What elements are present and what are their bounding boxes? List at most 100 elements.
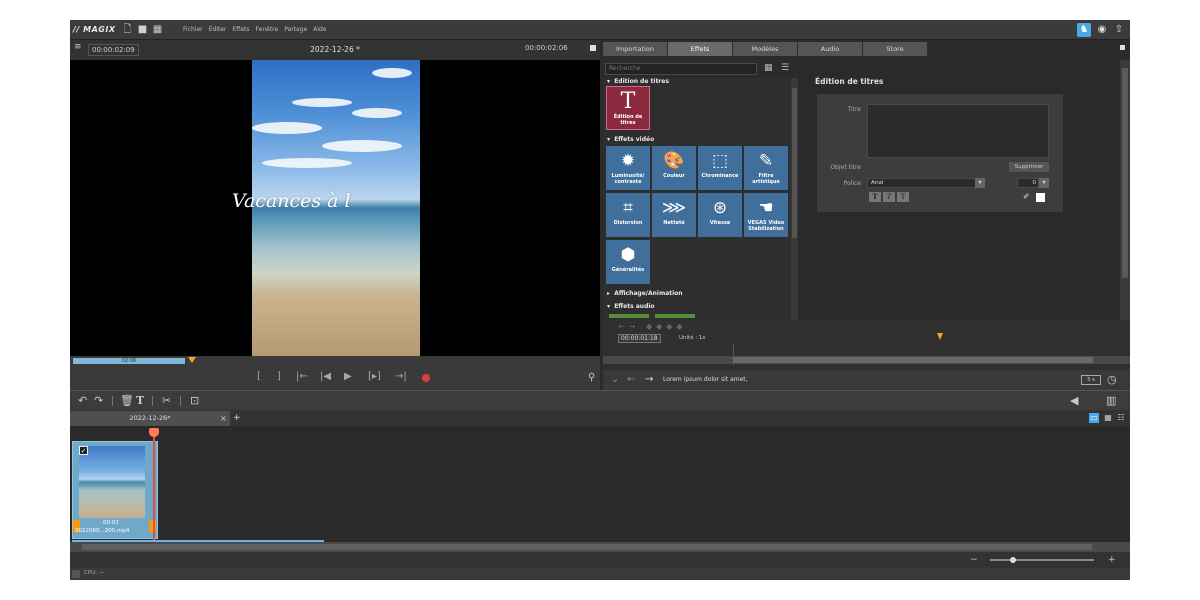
title-overlay-text[interactable]: Vacances à l [232,190,351,212]
scroll-thumb[interactable] [792,88,797,238]
prev-frame-icon[interactable]: |◀ [320,371,331,383]
scroll-thumb[interactable] [1122,68,1128,278]
split-scissors-icon[interactable]: ✂ [162,394,171,408]
zoom-in-icon[interactable]: + [1108,553,1116,567]
distortion-grid-icon: ⌗ [623,198,633,218]
effects-search-input[interactable]: Recherche [605,63,757,75]
color-swatch[interactable] [1036,193,1045,202]
section-titles[interactable]: ▾ Édition de titres [607,78,669,85]
tab-audio[interactable]: Audio [798,42,862,56]
tile-vegas-stabilization[interactable]: ☚ VEGAS Video Stabilization [744,193,788,237]
menu-partage[interactable]: Partage [284,26,307,33]
jump-end-icon[interactable]: →| [395,371,407,383]
menu-fenetre[interactable]: Fenêtre [256,26,279,33]
list-view-icon[interactable]: ☰ [781,63,789,73]
section-audio[interactable]: ▾ Effets audio [607,303,655,310]
tile-generalites[interactable]: ⬢ Généralités [606,240,650,284]
out-point-icon[interactable]: ] [277,371,281,383]
back-arrow-icon[interactable]: ← [627,374,635,385]
menu-editer[interactable]: Éditer [209,26,227,33]
outline-button[interactable]: T [897,192,909,202]
add-tab-icon[interactable]: + [233,411,241,426]
save-grid-icon[interactable]: ▦ [152,24,163,35]
zoom-value-field[interactable]: 5 s [1081,375,1101,385]
section-display[interactable]: ▸ Affichage/Animation [607,290,683,297]
title-text-area[interactable] [867,104,1049,158]
tile-nettete[interactable]: ⋙ Netteté [652,193,696,237]
menu-aide[interactable]: Aide [313,26,326,33]
timeline-scrollbar[interactable] [70,542,1130,552]
volume-icon[interactable]: ◀ [1070,394,1078,408]
eyedropper-icon[interactable]: ✐ [1023,192,1030,201]
menu-effets[interactable]: Effets [232,26,249,33]
storyboard-view-icon[interactable]: ▭ [1089,413,1099,423]
video-preview[interactable]: Vacances à l [70,60,600,356]
bold-button[interactable]: T [869,192,881,202]
scroll-thumb[interactable] [733,357,1093,363]
grid-view-icon[interactable]: ▦ [1103,413,1113,423]
new-file-icon[interactable]: 🗋 [122,24,133,35]
upload-icon[interactable]: ⇧ [1112,23,1126,37]
project-tab[interactable]: 2022-12-26* [70,411,230,426]
menu-fichier[interactable]: Fichier [183,26,203,33]
redo-icon[interactable]: ↷ [94,394,103,408]
tile-vitesse[interactable]: ⊛ Vitesse [698,193,742,237]
tab-store[interactable]: Store [863,42,927,56]
zoom-slider[interactable] [990,559,1094,561]
font-size-field[interactable]: 0 [1017,178,1039,188]
tile-distorsion[interactable]: ⌗ Distorsion [606,193,650,237]
tab-modeles[interactable]: Modèles [733,42,797,56]
timeline-playhead[interactable] [153,428,155,542]
settings-circle-icon[interactable]: ◉ [1095,23,1109,37]
timeline-view-icon[interactable]: ☷ [1116,413,1126,423]
tile-luminosite[interactable]: ✹ Luminosité/ contraste [606,146,650,190]
maximize-icon[interactable] [590,45,596,51]
size-dropdown-icon[interactable]: ▾ [1039,178,1049,188]
title-tool-icon[interactable]: T [136,394,144,408]
insert-icon[interactable]: ⊡ [190,394,199,408]
mini-timecode[interactable]: 00:00:01:18 [618,334,661,343]
in-point-icon[interactable]: [ [257,371,261,383]
font-dropdown-icon[interactable]: ▾ [975,178,985,188]
play-icon[interactable]: ▶ [344,371,352,383]
tab-importation[interactable]: Importation [603,42,667,56]
tile-edition-titres[interactable]: T Édition de titres [606,86,650,130]
font-select[interactable]: Arial [867,178,983,188]
scrub-marker[interactable] [188,357,196,363]
clip-checkbox[interactable]: ✓ [79,446,88,455]
record-icon[interactable] [422,374,430,382]
tile-chrominance[interactable]: ⬚ Chrominance [698,146,742,190]
video-clip[interactable]: ✓ 00:02 2022060...205.mp4 [72,441,158,539]
scroll-thumb[interactable] [82,544,1092,550]
close-tab-icon[interactable]: × [220,411,227,426]
collapse-down-icon[interactable]: ⌄ [611,374,619,385]
mixer-icon[interactable]: ▥ [1106,394,1116,408]
zoom-out-icon[interactable]: − [970,553,978,567]
italic-button[interactable]: T [883,192,895,202]
tab-effets[interactable]: Effets [668,42,732,56]
playhead-handle[interactable] [149,428,159,437]
zoom-knob[interactable] [1010,557,1016,563]
effects-scrollbar[interactable] [791,78,798,320]
title-panel-scrollbar[interactable] [1120,60,1130,322]
jump-start-icon[interactable]: |← [296,371,308,383]
section-video[interactable]: ▾ Effets vidéo [607,136,654,143]
delete-icon[interactable]: 🗑 [120,394,134,408]
panel-maximize-icon[interactable] [1120,45,1125,50]
mini-timeline-scrollbar[interactable] [603,356,1130,364]
marker-pin-icon[interactable]: ⚲ [588,372,595,383]
forward-arrow-icon[interactable]: → [645,374,653,385]
next-marker-icon[interactable]: [▸] [368,371,381,383]
tile-couleur[interactable]: 🎨 Couleur [652,146,696,190]
timeline-area[interactable]: ✓ 00:02 2022060...205.mp4 [70,426,1130,543]
delete-button[interactable]: Supprimer [1009,162,1049,172]
open-folder-icon[interactable]: ■ [137,24,148,35]
preview-scrubber[interactable]: 02:06 [70,356,600,366]
grid-view-icon[interactable]: ▦ [764,63,773,73]
tile-filtre-artistique[interactable]: ✎ Filtre artistique [744,146,788,190]
user-mode-icon[interactable]: ♞ [1077,23,1091,37]
mini-playhead-marker[interactable] [937,333,943,340]
undo-icon[interactable]: ↶ [78,394,87,408]
keyframe-nav-icon[interactable]: ←→ ◆◆◆◆ [618,322,687,331]
clock-icon[interactable]: ◷ [1107,373,1117,386]
